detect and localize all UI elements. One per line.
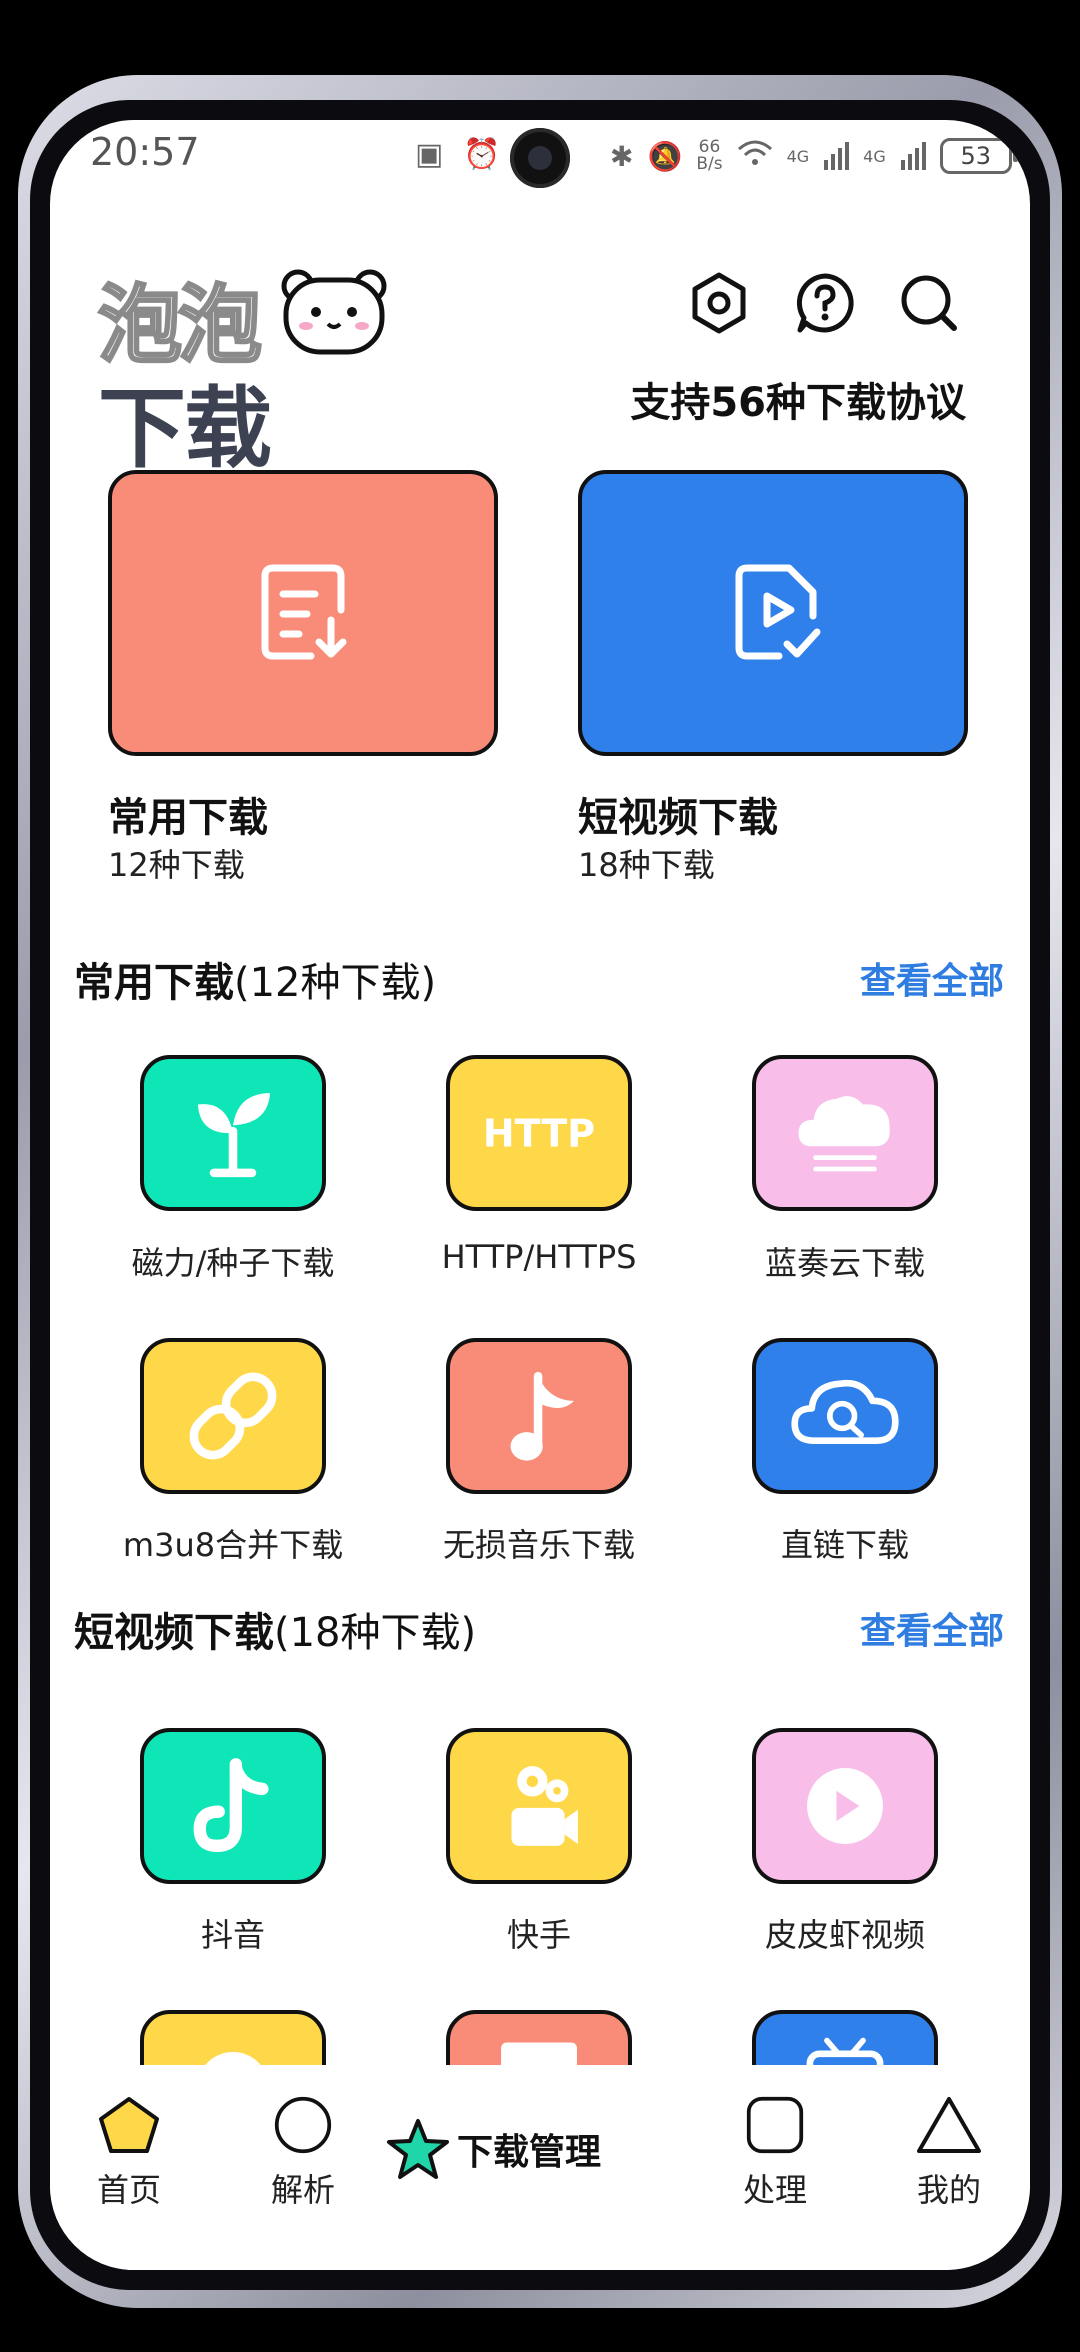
kuaishou-icon xyxy=(511,1766,578,1846)
bluetooth-icon: ✱ xyxy=(610,139,634,173)
signal-4g-1: 4G xyxy=(786,146,810,166)
lanzou-cloud-tile[interactable] xyxy=(752,1055,938,1211)
m3u8-merge-tile[interactable] xyxy=(140,1338,326,1494)
video-view-all-link[interactable]: 查看全部 xyxy=(860,1602,1004,1654)
status-right-icons: ✱ 🔕 66 B/s 4G 4G 53 xyxy=(610,132,1018,180)
nav-home-label: 首页 xyxy=(96,2171,161,2209)
bear-logo-icon xyxy=(281,269,387,355)
cloud-icon xyxy=(798,1096,890,1172)
common-download-card[interactable] xyxy=(108,470,498,756)
nfc-icon: ▣ xyxy=(415,136,444,172)
bottom-navigation: 首页 解析 下载管理 处理 我的 xyxy=(50,2065,1030,2270)
direct-link-tile[interactable] xyxy=(752,1338,938,1494)
parse-circle-icon xyxy=(274,2096,332,2154)
video-section-title: 短视频下载(18种下载) xyxy=(74,1610,477,1656)
common-download-subtitle: 12种下载 xyxy=(108,846,245,884)
signal-bars-icon xyxy=(900,142,926,170)
search-icon[interactable] xyxy=(896,270,962,336)
signal-bars-icon xyxy=(824,142,850,170)
status-left-icons: ▣ ⏰ xyxy=(415,132,501,176)
wifi-icon xyxy=(737,139,773,174)
star-icon xyxy=(387,2119,449,2179)
process-square-icon xyxy=(746,2096,804,2154)
douyin-icon xyxy=(193,1758,269,1853)
tile-label: m3u8合并下载 xyxy=(122,1526,344,1564)
nav-process[interactable]: 处理 xyxy=(700,2065,850,2211)
app-logo-bottom: 下载 xyxy=(98,377,272,480)
battery-indicator: 53 xyxy=(939,138,1018,174)
music-note-icon xyxy=(510,1371,575,1461)
nav-download-manager[interactable]: 下载管理 xyxy=(385,2117,601,2181)
common-view-all-link[interactable]: 查看全部 xyxy=(860,952,1004,1004)
nav-home[interactable]: 首页 xyxy=(54,2065,204,2211)
tile-label: 磁力/种子下载 xyxy=(131,1244,335,1282)
douyin-tile[interactable] xyxy=(140,1728,326,1884)
tile-label: 皮皮虾视频 xyxy=(764,1916,925,1954)
nav-parse-label: 解析 xyxy=(270,2171,335,2209)
tile-label: 直链下载 xyxy=(780,1526,909,1564)
app-screen: 20:57 ▣ ⏰ ✱ 🔕 66 B/s 4G 4G 53 泡泡 下载 支持56… xyxy=(50,120,1030,2270)
tile-label: HTTP/HTTPS xyxy=(441,1238,637,1276)
tile-label: 抖音 xyxy=(200,1916,265,1954)
tile-label: 快手 xyxy=(506,1916,571,1954)
play-circle-icon xyxy=(807,1768,883,1844)
lossless-music-tile[interactable] xyxy=(446,1338,632,1494)
mine-triangle-icon xyxy=(917,2097,981,2153)
link-icon xyxy=(189,1372,277,1460)
alarm-icon: ⏰ xyxy=(463,136,501,172)
short-video-download-subtitle: 18种下载 xyxy=(578,846,715,884)
svg-text:HTTP: HTTP xyxy=(483,1111,595,1155)
home-pentagon-icon xyxy=(99,2097,159,2153)
nav-mine[interactable]: 我的 xyxy=(874,2065,1024,2211)
signal-4g-2: 4G xyxy=(863,146,886,166)
video-file-check-icon xyxy=(735,564,821,660)
nav-mine-label: 我的 xyxy=(916,2171,981,2209)
common-download-title: 常用下载 xyxy=(108,795,268,841)
settings-hexagon-icon[interactable] xyxy=(686,270,752,336)
short-video-download-card[interactable] xyxy=(578,470,968,756)
tile-label: 蓝奏云下载 xyxy=(764,1244,925,1282)
cloud-search-icon xyxy=(791,1379,899,1444)
nav-process-label: 处理 xyxy=(742,2171,807,2209)
help-icon[interactable] xyxy=(792,270,858,336)
tile-label: 无损音乐下载 xyxy=(442,1526,635,1564)
common-section-title: 常用下载(12种下载) xyxy=(74,960,437,1006)
front-camera xyxy=(510,128,570,188)
mute-icon: 🔕 xyxy=(647,139,683,173)
pipixia-tile[interactable] xyxy=(752,1728,938,1884)
kuaishou-tile[interactable] xyxy=(446,1728,632,1884)
nav-parse[interactable]: 解析 xyxy=(228,2065,378,2211)
magnet-torrent-tile[interactable] xyxy=(140,1055,326,1211)
tagline: 支持56种下载协议 xyxy=(630,380,966,426)
short-video-download-title: 短视频下载 xyxy=(578,795,778,841)
nav-download-manager-label: 下载管理 xyxy=(457,2132,602,2173)
download-document-icon xyxy=(261,564,347,660)
sprout-icon xyxy=(197,1093,270,1178)
net-speed: 66 B/s xyxy=(696,137,723,174)
status-time: 20:57 xyxy=(90,130,200,174)
http-icon: HTTP xyxy=(483,1111,595,1155)
http-tile[interactable]: HTTP xyxy=(446,1055,632,1211)
status-bar: 20:57 ▣ ⏰ ✱ 🔕 66 B/s 4G 4G 53 xyxy=(50,120,1030,220)
